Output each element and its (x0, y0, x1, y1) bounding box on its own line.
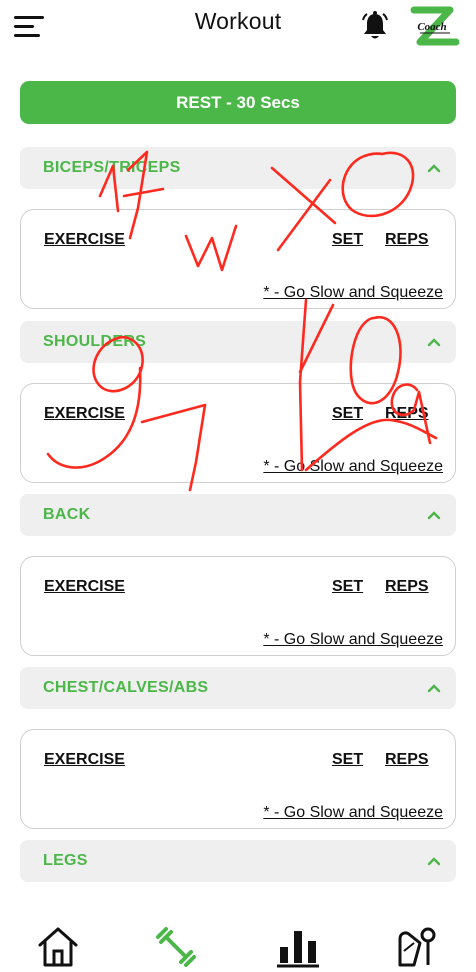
exercise-note: * - Go Slow and Squeeze (263, 631, 443, 648)
bar-chart-icon[interactable] (276, 925, 320, 969)
exercise-card-shoulders: EXERCISE SET REPS * - Go Slow and Squeez… (20, 383, 456, 483)
section-header-chest-calves-abs[interactable]: CHEST/CALVES/ABS (20, 667, 456, 709)
section-title: CHEST/CALVES/ABS (43, 679, 209, 696)
app-header: Workout Coach (0, 0, 476, 60)
exercise-column-header: EXERCISE (44, 231, 125, 248)
reps-column-header: REPS (385, 578, 429, 595)
exercise-column-header: EXERCISE (44, 405, 125, 422)
section-header-shoulders[interactable]: SHOULDERS (20, 321, 456, 363)
dumbbell-icon[interactable] (154, 925, 198, 969)
logo-text: Coach (417, 21, 446, 33)
section-header-biceps-triceps[interactable]: BICEPS/TRICEPS (20, 147, 456, 189)
home-icon[interactable] (36, 925, 80, 969)
exercise-column-header: EXERCISE (44, 751, 125, 768)
rest-timer-button[interactable]: REST - 30 Secs (20, 81, 456, 124)
reps-column-header: REPS (385, 751, 429, 768)
coach-z-logo: Coach (410, 6, 460, 46)
set-column-header: SET (332, 405, 364, 422)
section-title: LEGS (43, 852, 88, 869)
section-title: BACK (43, 506, 91, 523)
exercise-note: * - Go Slow and Squeeze (263, 804, 443, 821)
section-header-back[interactable]: BACK (20, 494, 456, 536)
chevron-up-icon (427, 164, 441, 173)
set-column-header: SET (332, 751, 364, 768)
exercise-card-back: EXERCISE SET REPS * - Go Slow and Squeez… (20, 556, 456, 656)
body-measure-icon[interactable] (394, 925, 438, 969)
chevron-up-icon (427, 857, 441, 866)
page-title: Workout (194, 8, 282, 34)
exercise-card-chest-calves-abs: EXERCISE SET REPS * - Go Slow and Squeez… (20, 729, 456, 829)
chevron-up-icon (427, 338, 441, 347)
exercise-note: * - Go Slow and Squeeze (263, 458, 443, 475)
set-column-header: SET (332, 231, 364, 248)
chevron-up-icon (427, 511, 441, 520)
bell-icon[interactable] (360, 10, 390, 42)
set-column-header: SET (332, 578, 364, 595)
reps-column-header: REPS (385, 405, 429, 422)
reps-column-header: REPS (385, 231, 429, 248)
section-title: BICEPS/TRICEPS (43, 159, 181, 176)
exercise-card-biceps-triceps: EXERCISE SET REPS * - Go Slow and Squeez… (20, 209, 456, 309)
section-header-legs[interactable]: LEGS (20, 840, 456, 882)
exercise-column-header: EXERCISE (44, 578, 125, 595)
section-title: SHOULDERS (43, 333, 147, 350)
chevron-up-icon (427, 684, 441, 693)
exercise-note: * - Go Slow and Squeeze (263, 284, 443, 301)
bottom-navigation (0, 912, 476, 972)
